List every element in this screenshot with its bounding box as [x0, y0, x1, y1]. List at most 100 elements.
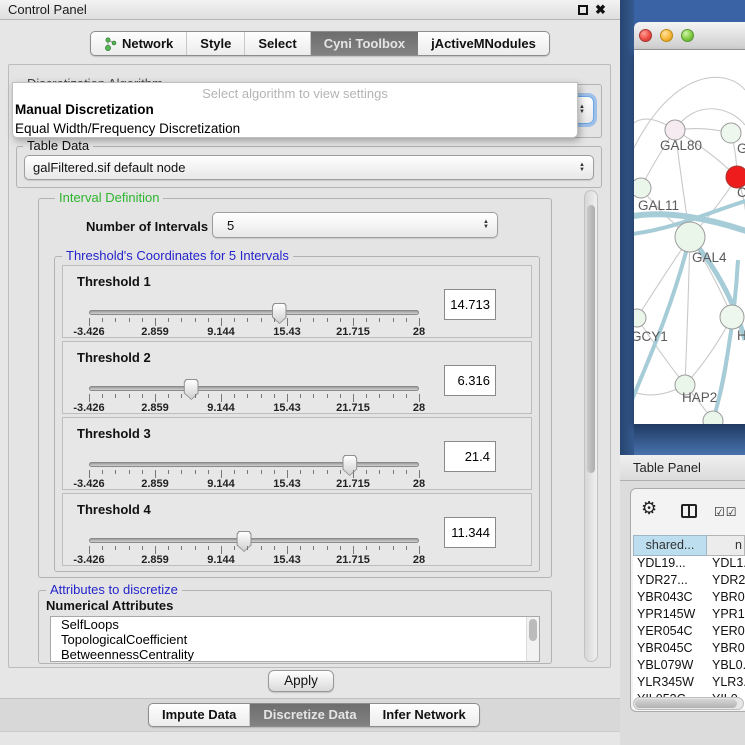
- apply-button[interactable]: Apply: [268, 670, 334, 692]
- tab-cyni-toolbox[interactable]: Cyni Toolbox: [311, 32, 418, 55]
- number-of-intervals-combobox[interactable]: 5 ▲▼: [212, 212, 498, 238]
- cell-name[interactable]: YLR3...: [707, 675, 745, 692]
- cell-name[interactable]: YDL1...: [707, 556, 745, 573]
- cell-shared-name[interactable]: YBL079W: [633, 658, 707, 675]
- control-panel-titlebar[interactable]: Control Panel ✖: [0, 0, 620, 20]
- tick-label: 2.859: [141, 478, 169, 490]
- cell-shared-name[interactable]: YER054C: [633, 624, 707, 641]
- node-gal4[interactable]: [675, 222, 705, 252]
- tick-mark: [419, 318, 420, 326]
- scrollbar-thumb[interactable]: [529, 619, 537, 641]
- scrollbar-thumb[interactable]: [635, 699, 737, 708]
- slider-tick-labels: -3.4262.8599.14415.4321.71528: [89, 402, 419, 414]
- cell-name[interactable]: YBR0...: [707, 590, 745, 607]
- list-item[interactable]: SelfLoops: [51, 617, 539, 632]
- threshold-2-slider[interactable]: -3.4262.8599.14415.4321.71528: [89, 342, 419, 415]
- network-canvas[interactable]: GAL80 G GAL11 C GAL4 GCY1 H HAP2: [634, 50, 745, 424]
- cell-name[interactable]: YDR2...: [707, 573, 745, 590]
- group-label: Interval Definition: [55, 190, 163, 205]
- table-row[interactable]: YPR145WYPR1...: [633, 607, 745, 624]
- list-item[interactable]: BetweennessCentrality: [51, 647, 539, 662]
- tick-mark: [102, 470, 103, 474]
- tab-infer-network[interactable]: Infer Network: [370, 704, 479, 726]
- gear-icon[interactable]: ⚙: [641, 499, 657, 517]
- table-row[interactable]: YBR045CYBR0...: [633, 641, 745, 658]
- minimize-traffic-light[interactable]: [660, 29, 673, 42]
- attributes-scrollbar[interactable]: [526, 617, 539, 661]
- tick-mark: [247, 546, 248, 550]
- node-gal80[interactable]: [665, 120, 685, 140]
- table-row[interactable]: YER054CYER0...: [633, 624, 745, 641]
- scrollbar-thumb[interactable]: [587, 205, 595, 473]
- close-traffic-light[interactable]: [639, 29, 652, 42]
- dropdown-option-equal-width[interactable]: Equal Width/Frequency Discretization: [13, 119, 577, 138]
- threshold-3-slider[interactable]: -3.4262.8599.14415.4321.71528: [89, 418, 419, 491]
- slider-track[interactable]: [89, 386, 419, 391]
- cell-shared-name[interactable]: YBR045C: [633, 641, 707, 658]
- numerical-attributes-list[interactable]: SelfLoopsTopologicalCoefficientBetweenne…: [50, 616, 540, 662]
- slider-track[interactable]: [89, 462, 419, 467]
- tab-network[interactable]: Network: [91, 32, 187, 55]
- network-icon: [104, 37, 117, 51]
- float-window-icon[interactable]: [578, 5, 588, 15]
- node-gal11[interactable]: [634, 178, 651, 198]
- threshold-1-value-field[interactable]: [444, 289, 496, 320]
- table-row[interactable]: YDL19...YDL1...: [633, 556, 745, 573]
- slider-track[interactable]: [89, 538, 419, 543]
- threshold-2-value-field[interactable]: [444, 365, 496, 396]
- tick-mark: [208, 546, 209, 550]
- stepper-icon: ▲▼: [579, 105, 585, 115]
- column-header-shared-name[interactable]: shared...: [633, 535, 707, 556]
- tick-mark: [234, 470, 235, 474]
- tick-mark: [261, 318, 262, 322]
- tick-mark: [274, 318, 275, 322]
- node-label: GAL4: [692, 250, 727, 265]
- close-icon[interactable]: ✖: [595, 1, 606, 19]
- tick-mark: [142, 470, 143, 474]
- table-row[interactable]: YDR27...YDR2...: [633, 573, 745, 590]
- cell-shared-name[interactable]: YDL19...: [633, 556, 707, 573]
- table-horizontal-scrollbar[interactable]: [633, 697, 744, 710]
- tick-label: 21.715: [336, 402, 370, 414]
- list-item[interactable]: TopologicalCoefficient: [51, 632, 539, 647]
- column-header-name[interactable]: n: [707, 535, 745, 556]
- settings-vertical-scrollbar[interactable]: [584, 190, 598, 662]
- cell-name[interactable]: YPR1...: [707, 607, 745, 624]
- tick-mark: [313, 394, 314, 398]
- cell-name[interactable]: YER0...: [707, 624, 745, 641]
- cell-shared-name[interactable]: YLR345W: [633, 675, 707, 692]
- tab-style[interactable]: Style: [187, 32, 245, 55]
- threshold-3-value-field[interactable]: [444, 441, 496, 472]
- split-columns-icon[interactable]: [681, 504, 697, 518]
- cell-shared-name[interactable]: YPR145W: [633, 607, 707, 624]
- table-panel-titlebar[interactable]: Table Panel: [620, 455, 745, 481]
- network-window-titlebar[interactable]: [634, 22, 745, 50]
- cell-shared-name[interactable]: YBR043C: [633, 590, 707, 607]
- tab-discretize-data[interactable]: Discretize Data: [250, 704, 369, 726]
- node-g[interactable]: [721, 123, 741, 143]
- node-bottom[interactable]: [703, 411, 723, 424]
- select-columns-icon[interactable]: ☑☑: [714, 505, 738, 519]
- node-gcy1[interactable]: [634, 309, 646, 327]
- cell-shared-name[interactable]: YDR27...: [633, 573, 707, 590]
- table-row[interactable]: YLR345WYLR3...: [633, 675, 745, 692]
- tab-jactivemnodules[interactable]: jActiveMNodules: [418, 32, 549, 55]
- tick-mark: [168, 318, 169, 322]
- threshold-1-slider[interactable]: -3.4262.8599.14415.4321.71528: [89, 266, 419, 339]
- table-row[interactable]: YBR043CYBR0...: [633, 590, 745, 607]
- dropdown-option-manual[interactable]: Manual Discretization: [13, 100, 577, 119]
- zoom-traffic-light[interactable]: [681, 29, 694, 42]
- tick-mark: [195, 546, 196, 550]
- table-data-combobox[interactable]: galFiltered.sif default node ▲▼: [24, 155, 594, 180]
- slider-track[interactable]: [89, 310, 419, 315]
- table-data-selected-value: galFiltered.sif default node: [33, 160, 185, 175]
- cell-name[interactable]: YBL0...: [707, 658, 745, 675]
- table-row[interactable]: YBL079WYBL0...: [633, 658, 745, 675]
- cell-name[interactable]: YBR0...: [707, 641, 745, 658]
- tab-select[interactable]: Select: [245, 32, 310, 55]
- threshold-4-value-field[interactable]: [444, 517, 496, 548]
- threshold-4-slider[interactable]: -3.4262.8599.14415.4321.71528: [89, 494, 419, 567]
- tick-mark: [366, 546, 367, 550]
- tab-impute-data[interactable]: Impute Data: [149, 704, 250, 726]
- node-h[interactable]: [720, 305, 744, 329]
